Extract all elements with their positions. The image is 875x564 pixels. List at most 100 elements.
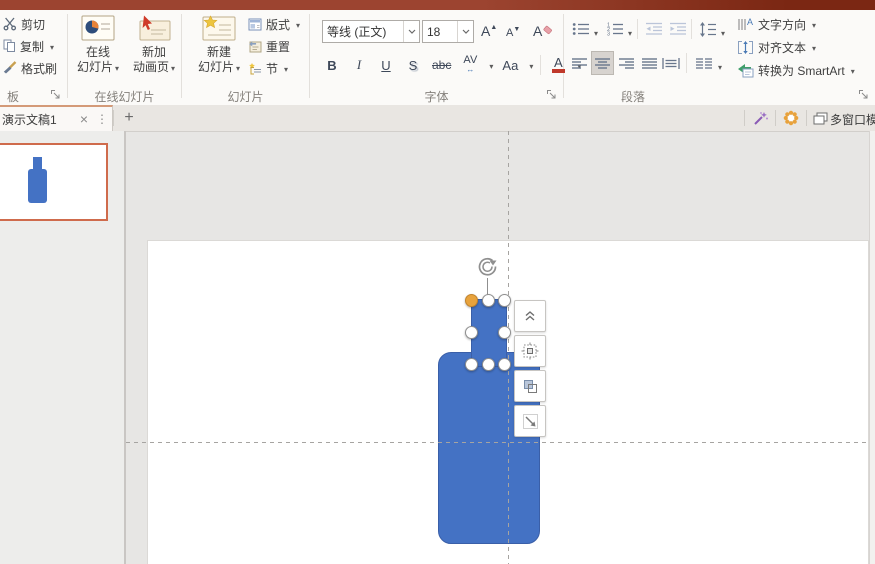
font-dialog-launcher[interactable]: [546, 89, 557, 100]
font-color-button[interactable]: A: [548, 54, 568, 76]
shrink-font-button[interactable]: A ▼: [503, 23, 523, 43]
columns-dropdown[interactable]: [716, 57, 722, 75]
font-name-chevron-icon[interactable]: [403, 21, 419, 42]
increase-indent-button[interactable]: [667, 18, 688, 40]
horizontal-guide[interactable]: [126, 442, 869, 443]
italic-button[interactable]: I: [349, 54, 369, 76]
font-name-combo[interactable]: 等线 (正文): [322, 20, 420, 43]
align-text-button[interactable]: 对齐文本: [734, 37, 819, 57]
multi-window-label[interactable]: 多窗口模: [830, 111, 875, 128]
online-slides-label-2: 幻灯片: [77, 60, 119, 76]
text-direction-dropdown[interactable]: [810, 17, 816, 31]
change-case-dropdown[interactable]: [527, 56, 533, 74]
section-label: 节: [266, 61, 279, 76]
selection-handle-bottom-left[interactable]: [465, 358, 478, 371]
align-center-button[interactable]: [591, 51, 614, 75]
adjust-handle-top-left[interactable]: [465, 294, 478, 307]
convert-to-smartart-button[interactable]: 转换为 SmartArt: [734, 60, 858, 80]
magic-wand-icon[interactable]: [748, 106, 772, 130]
clear-formatting-button[interactable]: A: [530, 21, 556, 41]
character-spacing-label: AV: [463, 54, 478, 66]
character-spacing-button[interactable]: AV ↔: [460, 54, 480, 76]
resize-shape-button[interactable]: [514, 405, 546, 437]
vertical-guide[interactable]: [508, 131, 509, 564]
font-size-value: 18: [427, 24, 441, 39]
justify-button[interactable]: [639, 52, 660, 74]
slide-thumbnail-1[interactable]: [0, 143, 108, 221]
new-animation-page-button[interactable]: 新加 动画页: [126, 15, 182, 76]
decrease-indent-button[interactable]: [643, 18, 664, 40]
copy-label: 复制: [20, 39, 45, 54]
duplicate-shape-button[interactable]: [514, 370, 546, 402]
format-painter-button[interactable]: 格式刷: [0, 58, 60, 78]
selection-handle-top-right[interactable]: [498, 294, 511, 307]
collapse-toolbar-button[interactable]: [514, 300, 546, 332]
copy-dropdown[interactable]: [48, 39, 54, 53]
font-size-chevron-icon[interactable]: [457, 21, 473, 42]
tab-more-icon[interactable]: ⋮: [92, 112, 112, 126]
clipboard-dialog-launcher[interactable]: [50, 89, 61, 100]
selection-handle-bottom-right[interactable]: [498, 358, 511, 371]
new-animation-page-icon: [137, 15, 171, 41]
grow-font-button[interactable]: A ▲: [478, 21, 500, 41]
align-left-button[interactable]: [569, 52, 590, 74]
new-slide-button[interactable]: 新建 幻灯片: [190, 15, 248, 76]
underline-button[interactable]: U: [376, 54, 396, 76]
multi-window-icon[interactable]: [808, 106, 832, 130]
clipboard-group-label: 板: [6, 90, 19, 104]
section-button[interactable]: 节: [245, 58, 291, 78]
smartart-dropdown[interactable]: [849, 63, 855, 77]
new-slide-label-1: 新建: [206, 45, 231, 59]
distribute-text-button[interactable]: [660, 52, 681, 74]
align-text-dropdown[interactable]: [810, 40, 816, 54]
selection-handle-bottom-middle[interactable]: [482, 358, 495, 371]
section-dropdown[interactable]: [282, 61, 288, 75]
reset-icon: [248, 40, 262, 53]
character-spacing-dropdown[interactable]: [487, 56, 493, 74]
online-slides-button[interactable]: 在线 幻灯片: [70, 15, 126, 76]
selection-handle-top-middle[interactable]: [482, 294, 495, 307]
line-spacing-button[interactable]: [697, 18, 718, 40]
ribbon-home: 剪切 复制 格式刷 板 在线 幻灯片 新加 动画页 在线幻灯片 新建: [0, 10, 875, 106]
online-slides-label-1: 在线: [85, 45, 110, 59]
document-tab[interactable]: 演示文稿1 × ⋮: [0, 105, 113, 131]
close-tab-icon[interactable]: ×: [76, 111, 92, 127]
powerpoint-window: 剪切 复制 格式刷 板 在线 幻灯片 新加 动画页 在线幻灯片 新建: [0, 0, 875, 564]
settings-gear-icon[interactable]: [779, 106, 803, 130]
panel-divider[interactable]: [124, 131, 126, 564]
bullets-button[interactable]: [570, 18, 591, 40]
paragraph-group-label: 段落: [620, 90, 645, 104]
strikethrough-button[interactable]: abc: [430, 54, 453, 76]
copy-button[interactable]: 复制: [0, 36, 57, 56]
align-right-button[interactable]: [616, 52, 637, 74]
new-tab-button[interactable]: +: [117, 106, 141, 130]
document-tab-bar: 演示文稿1 × ⋮ + 多窗口模: [0, 105, 875, 132]
grow-font-label: A: [481, 23, 491, 39]
columns-button[interactable]: [693, 52, 714, 74]
bullets-dropdown[interactable]: [592, 23, 598, 41]
vertical-scrollbar[interactable]: [869, 131, 875, 564]
change-case-button[interactable]: Aa: [500, 54, 520, 76]
layout-icon: [248, 18, 262, 31]
paragraph-dialog-launcher[interactable]: [858, 89, 869, 100]
numbering-dropdown[interactable]: [626, 23, 632, 41]
text-shadow-button[interactable]: S: [403, 54, 423, 76]
layout-button[interactable]: 版式: [245, 14, 303, 34]
selection-handle-middle-left[interactable]: [465, 326, 478, 339]
align-text-icon: [737, 40, 754, 55]
selection-handle-middle-right[interactable]: [498, 326, 511, 339]
new-animation-page-label-2: 动画页: [133, 60, 175, 76]
cut-button[interactable]: 剪切: [0, 14, 48, 34]
text-direction-button[interactable]: A 文字方向: [734, 14, 819, 34]
layout-dropdown[interactable]: [294, 17, 300, 31]
numbering-button[interactable]: 123: [604, 18, 625, 40]
font-size-combo[interactable]: 18: [422, 20, 474, 43]
reset-button[interactable]: 重置: [245, 36, 293, 56]
rotate-handle-icon[interactable]: [476, 255, 499, 278]
slide-thumbnail-panel: [0, 131, 124, 564]
layout-options-button[interactable]: [514, 335, 546, 367]
line-spacing-dropdown[interactable]: [719, 23, 725, 41]
text-direction-label: 文字方向: [758, 17, 807, 32]
bold-button[interactable]: B: [322, 54, 342, 76]
section-icon: [248, 62, 262, 75]
